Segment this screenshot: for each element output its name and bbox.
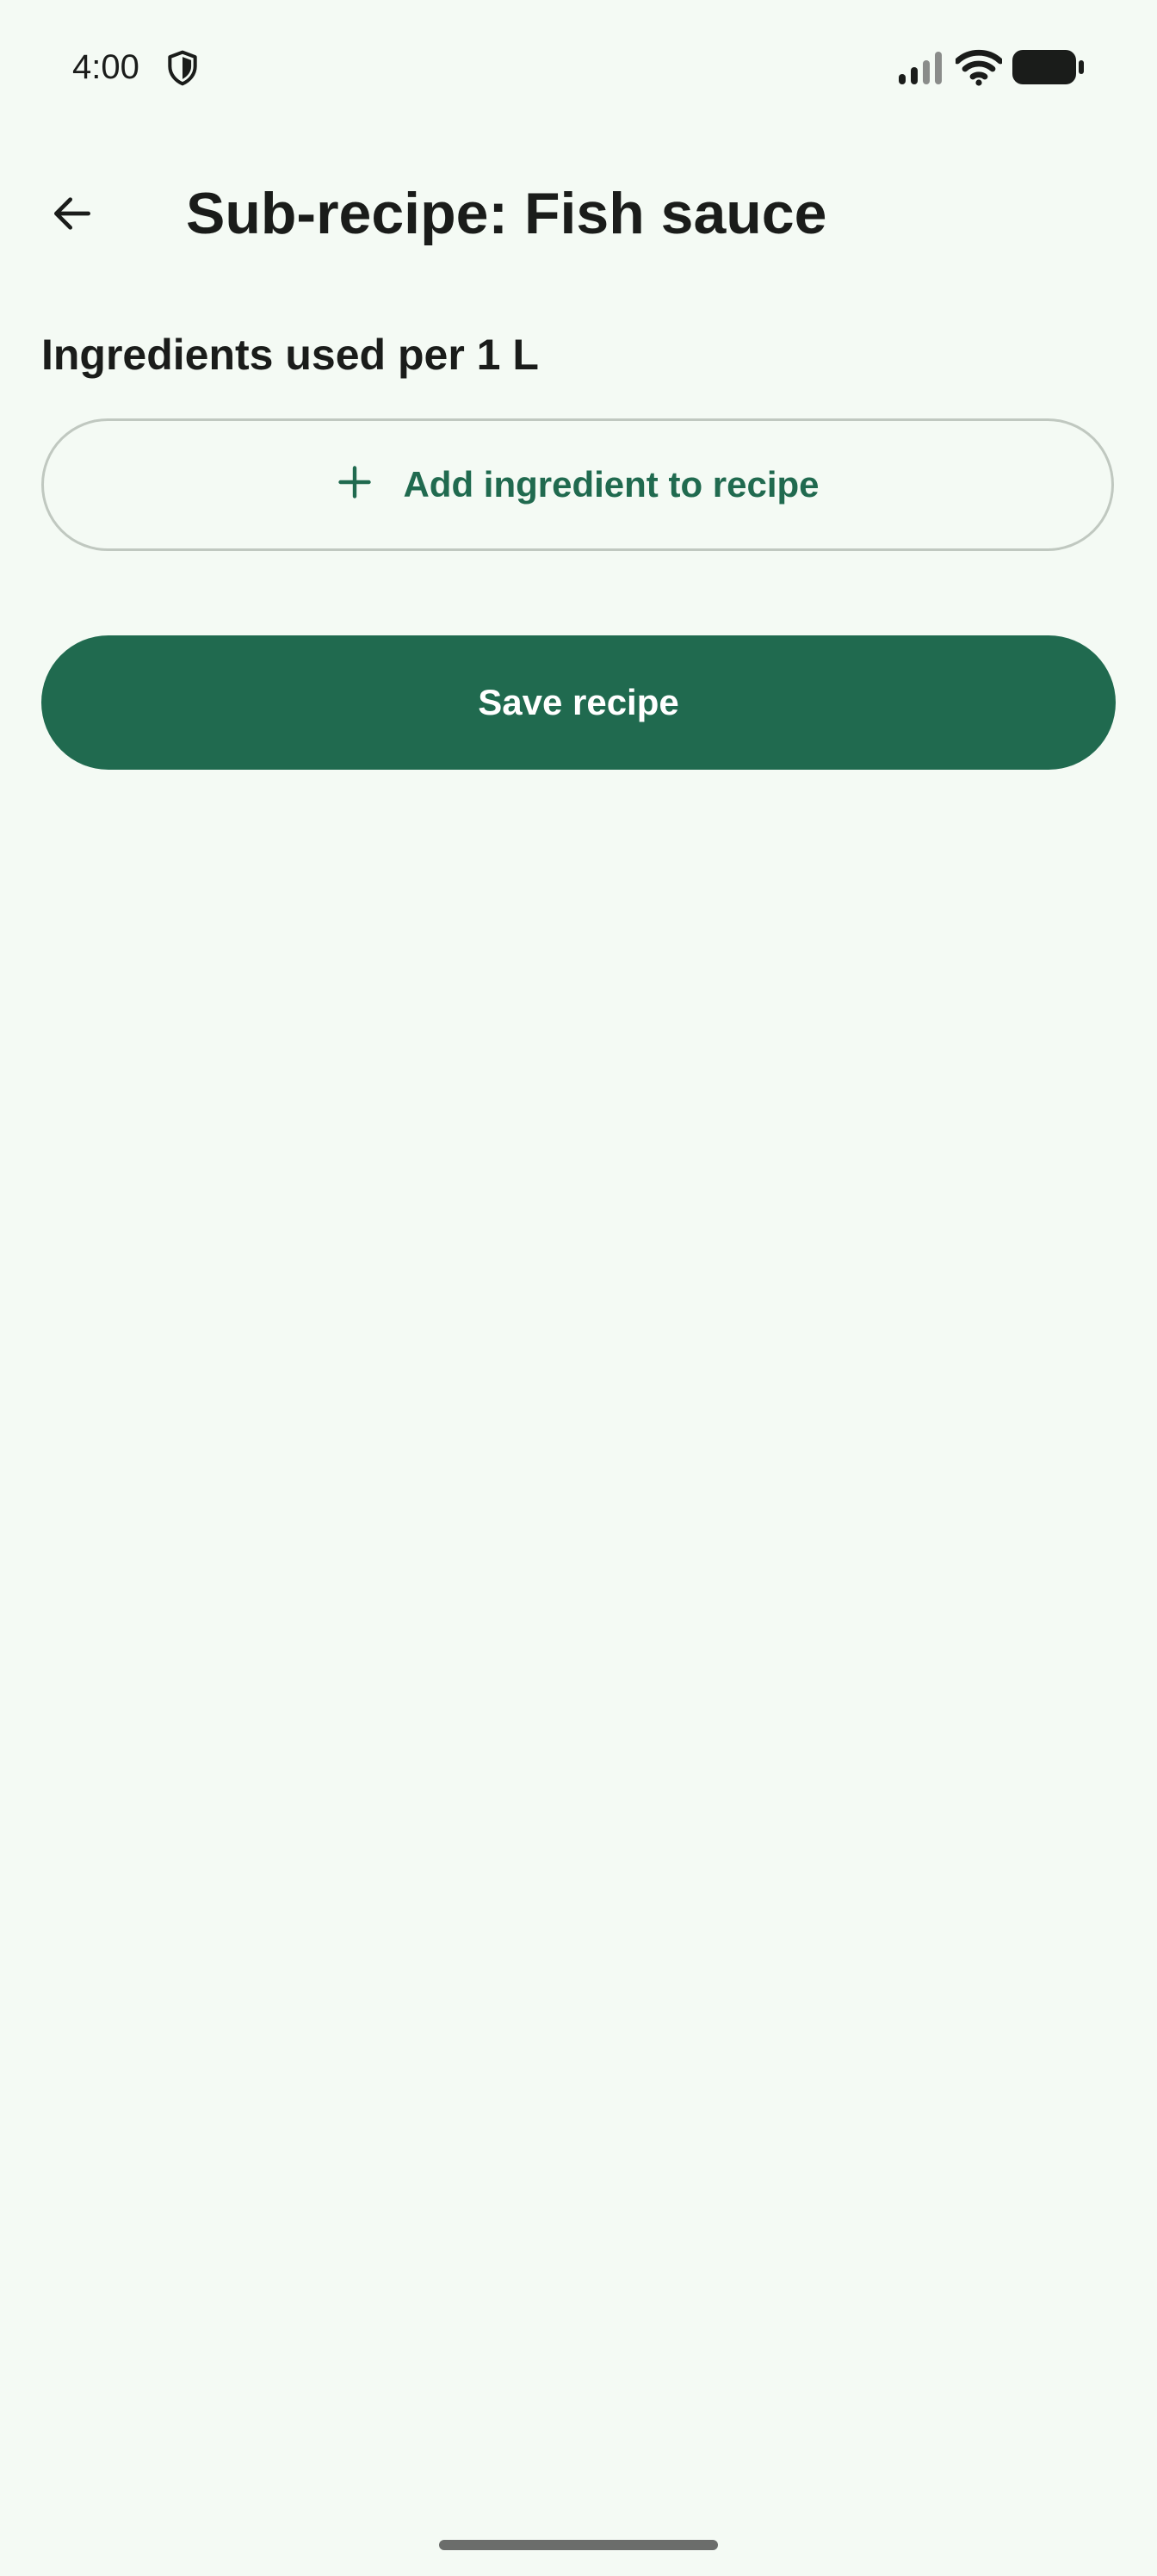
battery-icon: [1012, 50, 1084, 84]
plus-icon: [338, 466, 372, 498]
add-ingredient-label: Add ingredient to recipe: [403, 464, 820, 505]
save-recipe-button[interactable]: Save recipe: [41, 635, 1116, 770]
page-title: Sub-recipe: Fish sauce: [186, 181, 827, 246]
wifi-icon: [956, 49, 1002, 86]
add-ingredient-button[interactable]: Add ingredient to recipe: [41, 418, 1114, 551]
top-app-bar: Sub-recipe: Fish sauce: [0, 138, 1157, 289]
status-bar: 4:00: [0, 0, 1157, 138]
back-button[interactable]: [34, 176, 110, 251]
home-indicator[interactable]: [439, 2540, 718, 2550]
ingredients-section-label: Ingredients used per 1 L: [41, 331, 539, 379]
arrow-back-icon: [53, 197, 90, 230]
shield-icon: [168, 50, 197, 86]
cell-signal-icon: [899, 52, 942, 84]
save-recipe-label: Save recipe: [478, 682, 679, 722]
status-time: 4:00: [72, 48, 139, 86]
